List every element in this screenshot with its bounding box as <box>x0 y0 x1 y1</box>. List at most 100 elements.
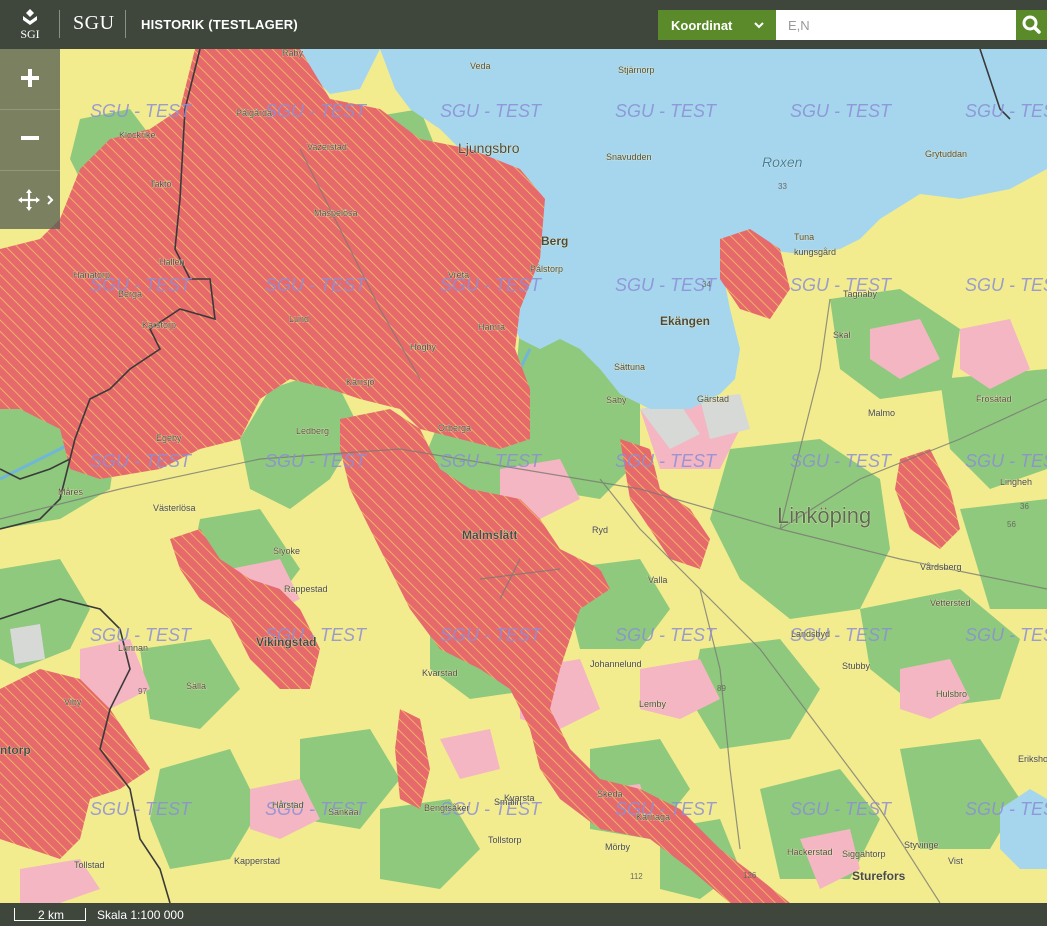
sgu-logo: SGU <box>73 12 115 34</box>
place-label: Kvarstad <box>422 668 458 678</box>
place-label: Berga <box>118 289 142 299</box>
map-navigation-panel <box>0 49 60 229</box>
place-label: Ljungsbro <box>458 140 520 156</box>
scale-bar-label: 2 km <box>37 908 64 922</box>
watermark-label: SGU - TEST <box>265 451 368 471</box>
place-label: ntorp <box>0 743 31 757</box>
place-label: Malmo <box>868 408 895 418</box>
place-label: Frösätad <box>976 394 1012 404</box>
place-label: Lingheh <box>1000 477 1032 487</box>
place-label: Tagnaby <box>843 289 878 299</box>
place-label: Landsbyd <box>791 629 830 639</box>
road-number-label: 97 <box>138 687 147 696</box>
header-divider <box>125 10 126 38</box>
place-label: Pålgårda <box>236 108 272 118</box>
watermark-label: SGU - TEST <box>965 275 1047 295</box>
place-label: Veda <box>470 61 491 71</box>
place-label: Ryd <box>592 525 608 535</box>
place-label: Lund <box>289 314 309 324</box>
watermark-label: SGU - TEST <box>790 451 893 471</box>
place-label: Mörby <box>605 842 631 852</box>
place-label: Gärstad <box>697 394 729 404</box>
scale-bar: 2 km <box>14 908 86 922</box>
place-label: Kapperstad <box>234 856 280 866</box>
watermark-label: SGU - TEST <box>965 799 1047 819</box>
watermark-label: SGU - TEST <box>90 625 193 645</box>
road-number-label: 34 <box>702 280 711 289</box>
map-canvas[interactable]: SGU - TEST SGU - TEST SGU - TEST SGU - TEST… <box>0 49 1047 903</box>
svg-text:SGI: SGI <box>20 27 39 41</box>
place-label: Sankaa <box>328 807 359 817</box>
place-label: Orberga <box>438 423 471 433</box>
place-label: Häckerstad <box>787 847 833 857</box>
place-label: Sälla <box>186 681 206 691</box>
place-label: Ekängen <box>660 314 710 328</box>
watermark-label: SGU - TEST <box>790 275 893 295</box>
road-number-label: 36 <box>1020 502 1029 511</box>
page-title: HISTORIK (TESTLAGER) <box>141 17 298 32</box>
coordinate-system-select[interactable]: Koordinat <box>658 10 776 40</box>
coordinate-select-label: Koordinat <box>671 18 733 33</box>
place-label: Hulsbro <box>936 689 967 699</box>
pan-tool-button[interactable] <box>0 170 60 228</box>
watermark-label: SGU - TEST <box>440 625 543 645</box>
watermark-label: SGU - TEST <box>265 275 368 295</box>
place-label: Bengtsåker <box>424 803 470 813</box>
place-label: Tollstad <box>74 860 105 870</box>
place-label: Valla <box>648 575 667 585</box>
place-label: Linköping <box>777 503 871 528</box>
watermark-label: SGU - TEST <box>615 451 718 471</box>
place-label: kungsgård <box>794 247 836 257</box>
place-label: Viby <box>64 697 82 707</box>
zoom-out-button[interactable] <box>0 109 60 167</box>
place-label: Taktö <box>150 179 172 189</box>
minus-icon <box>21 136 39 140</box>
place-label: Högby <box>410 342 437 352</box>
place-label: Vist <box>948 856 963 866</box>
place-label: Sturefors <box>852 869 906 883</box>
chevron-down-icon <box>754 22 764 29</box>
road-number-label: 33 <box>778 182 787 191</box>
watermark-label: SGU - TEST <box>440 451 543 471</box>
watermark-label: SGU - TEST <box>790 101 893 121</box>
move-arrows-icon <box>18 189 54 211</box>
place-label: Vreta <box>448 270 469 280</box>
coordinate-search-input[interactable] <box>776 10 1016 40</box>
place-label: Hårstad <box>272 800 304 810</box>
search-button[interactable] <box>1016 10 1047 40</box>
watermark-label: SGU - TEST <box>615 101 718 121</box>
plus-icon <box>21 69 39 87</box>
sgi-seal-logo: SGI <box>14 7 46 41</box>
place-label: Karstorp <box>142 320 176 330</box>
status-bar: 2 km Skala 1:100 000 <box>0 903 1047 926</box>
place-label: Siggahtorp <box>842 849 886 859</box>
place-label: Lunnan <box>118 643 148 653</box>
place-label: Maspelösa <box>314 208 358 218</box>
header-divider <box>59 10 60 38</box>
top-bar: SGI SGU HISTORIK (TESTLAGER) Koordinat <box>0 0 1047 49</box>
road-number-label: 56 <box>1007 520 1016 529</box>
place-label: Hallen <box>159 257 185 267</box>
place-label: Klockrike <box>119 130 156 140</box>
place-label: Snavudden <box>606 152 652 162</box>
place-label: Johannelund <box>590 659 642 669</box>
place-label: Eriksholm <box>1018 754 1047 764</box>
place-label: Västerlösa <box>153 503 196 513</box>
watermark-label: SGU - TEST <box>90 451 193 471</box>
place-label: Kärrsjö <box>346 377 375 387</box>
place-label: Kvarsta <box>504 793 535 803</box>
place-label: Vettersted <box>930 598 971 608</box>
place-label: Grytuddan <box>925 149 967 159</box>
place-label: Tuna <box>794 232 814 242</box>
place-label: Rappestad <box>284 584 328 594</box>
place-label: Lemby <box>639 699 667 709</box>
place-label: Sättuna <box>614 362 645 372</box>
watermark-label: SGU - TEST <box>965 451 1047 471</box>
place-label: Pålstorp <box>530 264 563 274</box>
watermark-label: SGU - TEST <box>615 625 718 645</box>
scale-text: Skala 1:100 000 <box>97 908 184 922</box>
place-label: Raby <box>282 49 304 58</box>
watermark-label: SGU - TEST <box>90 799 193 819</box>
place-label: Vårdsberg <box>920 562 962 572</box>
zoom-in-button[interactable] <box>0 49 60 107</box>
